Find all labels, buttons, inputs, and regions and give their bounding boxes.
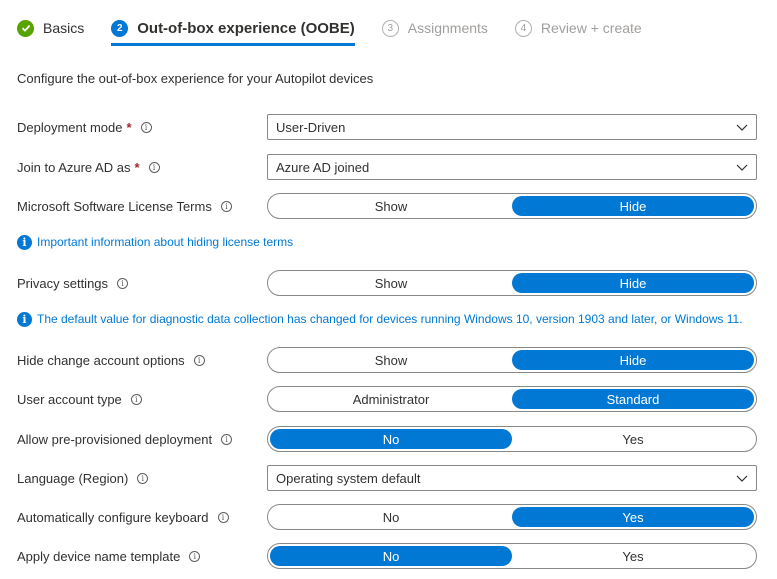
dropdown-value: User-Driven — [276, 119, 346, 135]
toggle-option-yes[interactable]: Yes — [512, 429, 754, 449]
info-icon[interactable]: i — [221, 433, 233, 445]
info-icon[interactable]: i — [140, 121, 152, 133]
toggle-option-no[interactable]: No — [270, 546, 512, 566]
field-label: Deployment mode — [17, 119, 123, 135]
field-label: Language (Region) — [17, 470, 129, 486]
privacy-toggle: Show Hide — [267, 270, 757, 296]
toggle-option-no[interactable]: No — [270, 429, 512, 449]
field-label: Allow pre-provisioned deployment — [17, 431, 213, 447]
toggle-option-yes[interactable]: Yes — [512, 507, 754, 527]
toggle-option-show[interactable]: Show — [270, 350, 512, 370]
license-terms-toggle: Show Hide — [267, 193, 757, 219]
device-name-row: Apply device name template i No Yes — [17, 543, 757, 569]
info-icon[interactable]: i — [193, 354, 205, 366]
toggle-option-hide[interactable]: Hide — [512, 273, 754, 293]
wizard-steps: Basics 2 Out-of-box experience (OOBE) 3 … — [17, 16, 669, 46]
keyboard-toggle: No Yes — [267, 504, 757, 530]
field-label: Join to Azure AD as — [17, 159, 131, 175]
toggle-option-administrator[interactable]: Administrator — [270, 389, 512, 409]
step-label: Basics — [43, 20, 85, 36]
field-label: User account type — [17, 391, 122, 407]
toggle-option-hide[interactable]: Hide — [512, 196, 754, 216]
step-assignments[interactable]: 3 Assignments — [381, 16, 488, 40]
info-icon[interactable]: i — [148, 161, 160, 173]
toggle-option-show[interactable]: Show — [270, 196, 512, 216]
step-review-create[interactable]: 4 Review + create — [514, 16, 642, 40]
info-filled-icon: i — [17, 311, 32, 327]
license-info-link[interactable]: i Important information about hiding lic… — [17, 233, 293, 251]
deployment-mode-dropdown[interactable]: User-Driven — [267, 114, 757, 140]
language-dropdown[interactable]: Operating system default — [267, 465, 757, 491]
field-label: Privacy settings — [17, 275, 109, 291]
step-basics[interactable]: Basics — [17, 16, 84, 40]
info-icon[interactable]: i — [130, 393, 142, 405]
join-azure-row: Join to Azure AD as * i Azure AD joined — [17, 154, 757, 180]
privacy-row: Privacy settings i Show Hide — [17, 270, 757, 296]
required-marker: * — [126, 119, 132, 135]
language-row: Language (Region) i Operating system def… — [17, 465, 757, 491]
license-terms-row: Microsoft Software License Terms i Show … — [17, 193, 757, 219]
field-label: Apply device name template — [17, 548, 181, 564]
step-oobe[interactable]: 2 Out-of-box experience (OOBE) — [111, 16, 355, 46]
change-account-toggle: Show Hide — [267, 347, 757, 373]
checkmark-icon — [17, 19, 34, 37]
info-icon[interactable]: i — [217, 511, 229, 523]
device-name-toggle: No Yes — [267, 543, 757, 569]
info-icon[interactable]: i — [117, 277, 129, 289]
toggle-option-no[interactable]: No — [270, 507, 512, 527]
privacy-info-note: i The default value for diagnostic data … — [17, 310, 743, 328]
required-marker: * — [134, 159, 140, 175]
field-label: Automatically configure keyboard — [17, 509, 209, 525]
step-number: 4 — [514, 19, 532, 37]
preprovisioned-toggle: No Yes — [267, 426, 757, 452]
account-type-toggle: Administrator Standard — [267, 386, 757, 412]
chevron-down-icon — [736, 475, 748, 482]
field-label: Hide change account options — [17, 352, 185, 368]
step-number: 2 — [111, 19, 129, 37]
step-label: Review + create — [540, 20, 642, 36]
info-icon[interactable]: i — [137, 472, 149, 484]
note-text: Important information about hiding licen… — [37, 235, 294, 249]
toggle-option-hide[interactable]: Hide — [512, 350, 754, 370]
toggle-option-yes[interactable]: Yes — [512, 546, 754, 566]
chevron-down-icon — [736, 124, 748, 131]
note-text: The default value for diagnostic data co… — [37, 312, 743, 326]
toggle-option-show[interactable]: Show — [270, 273, 512, 293]
preprovisioned-row: Allow pre-provisioned deployment i No Ye… — [17, 426, 757, 452]
dropdown-value: Azure AD joined — [276, 159, 370, 175]
deployment-mode-row: Deployment mode * i User-Driven — [17, 114, 757, 140]
change-account-row: Hide change account options i Show Hide — [17, 347, 757, 373]
info-icon[interactable]: i — [189, 550, 201, 562]
keyboard-row: Automatically configure keyboard i No Ye… — [17, 504, 757, 530]
info-icon[interactable]: i — [220, 200, 232, 212]
info-filled-icon: i — [17, 234, 32, 250]
field-label: Microsoft Software License Terms — [17, 198, 212, 214]
step-label: Out-of-box experience (OOBE) — [137, 19, 355, 37]
step-number: 3 — [381, 19, 399, 37]
page-description: Configure the out-of-box experience for … — [17, 71, 374, 86]
chevron-down-icon — [736, 164, 748, 171]
account-type-row: User account type i Administrator Standa… — [17, 386, 757, 412]
toggle-option-standard[interactable]: Standard — [512, 389, 754, 409]
join-azure-dropdown[interactable]: Azure AD joined — [267, 154, 757, 180]
dropdown-value: Operating system default — [276, 470, 421, 486]
step-label: Assignments — [407, 20, 488, 36]
